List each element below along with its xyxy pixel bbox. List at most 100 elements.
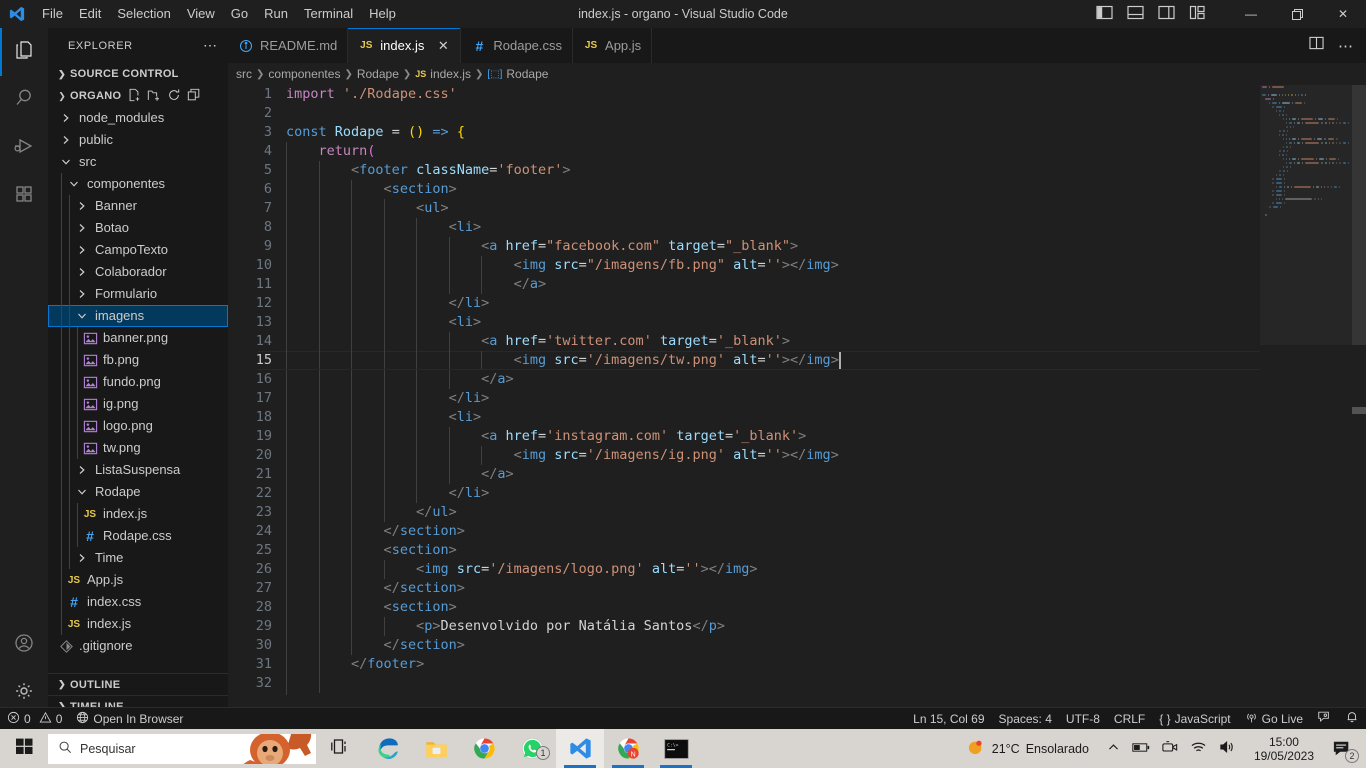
status-encoding[interactable]: UTF-8 bbox=[1059, 708, 1107, 730]
code-line[interactable]: 31 </footer> bbox=[228, 655, 1366, 674]
code-line[interactable]: 3 const Rodape = () => { bbox=[228, 123, 1366, 142]
status-notifications[interactable] bbox=[1338, 708, 1366, 730]
editor-tab-readme-md[interactable]: README.md bbox=[228, 28, 349, 63]
taskbar-app-chrome-profile-n[interactable]: N bbox=[604, 729, 652, 768]
toggle-secondary-sidebar-icon[interactable] bbox=[1158, 5, 1175, 23]
breadcrumb-item-src[interactable]: src bbox=[236, 67, 252, 81]
tree-item-tw-png[interactable]: tw.png bbox=[48, 437, 228, 459]
tree-item-banner-png[interactable]: banner.png bbox=[48, 327, 228, 349]
tree-item-rodape[interactable]: Rodape bbox=[48, 481, 228, 503]
code-line[interactable]: 16 </a> bbox=[228, 370, 1366, 389]
code-line[interactable]: 1 import './Rodape.css' bbox=[228, 85, 1366, 104]
code-line[interactable]: 14 <a href='twitter.com' target='_blank'… bbox=[228, 332, 1366, 351]
breadcrumb-item-componentes[interactable]: componentes bbox=[268, 67, 340, 81]
code-line[interactable]: 18 <li> bbox=[228, 408, 1366, 427]
editor-tabs[interactable]: README.md JS index.js ✕ # Rodape.css JS App.js ⋯ bbox=[228, 28, 1366, 63]
code-editor[interactable]: 1 import './Rodape.css' 2 3 const Rodape = (… bbox=[228, 85, 1366, 695]
scrollbar-thumb[interactable] bbox=[1352, 85, 1366, 345]
volume-icon[interactable] bbox=[1219, 740, 1236, 757]
tree-item-imagens[interactable]: imagens bbox=[48, 305, 228, 327]
toggle-panel-icon[interactable] bbox=[1127, 5, 1144, 23]
editor-tab-rodape-css[interactable]: # Rodape.css bbox=[461, 28, 574, 63]
tree-item-app-js[interactable]: JS App.js bbox=[48, 569, 228, 591]
tree-item-public[interactable]: public bbox=[48, 129, 228, 151]
activitybar-item-run-and-debug[interactable] bbox=[0, 124, 48, 172]
menu-bar[interactable]: File Edit Selection View Go Run Terminal… bbox=[34, 3, 404, 25]
editor-tab-app-js[interactable]: JS App.js bbox=[573, 28, 653, 63]
battery-icon[interactable] bbox=[1132, 741, 1150, 757]
taskbar-app-visual-studio-code[interactable] bbox=[556, 729, 604, 768]
code-line[interactable]: 5 <footer className='footer'> bbox=[228, 161, 1366, 180]
menu-selection[interactable]: Selection bbox=[109, 3, 178, 25]
toggle-primary-sidebar-icon[interactable] bbox=[1096, 5, 1113, 23]
minimap[interactable] bbox=[1260, 85, 1352, 695]
taskbar-app-buttons[interactable]: 1 N C:\> bbox=[364, 729, 700, 768]
code-line[interactable]: 4 return( bbox=[228, 142, 1366, 161]
status-indentation[interactable]: Spaces: 4 bbox=[992, 708, 1059, 730]
tree-item-formulario[interactable]: Formulario bbox=[48, 283, 228, 305]
menu-view[interactable]: View bbox=[179, 3, 223, 25]
camera-icon[interactable] bbox=[1162, 740, 1178, 757]
tree-item-botao[interactable]: Botao bbox=[48, 217, 228, 239]
tree-item-ig-png[interactable]: ig.png bbox=[48, 393, 228, 415]
code-line[interactable]: 25 <section> bbox=[228, 541, 1366, 560]
status-cursor-position[interactable]: Ln 15, Col 69 bbox=[906, 708, 991, 730]
code-line[interactable]: 15 <img src='/imagens/tw.png' alt=''></i… bbox=[228, 351, 1366, 370]
status-eol[interactable]: CRLF bbox=[1107, 708, 1152, 730]
status-open-in-browser[interactable]: Open In Browser bbox=[69, 708, 190, 730]
code-line[interactable]: 6 <section> bbox=[228, 180, 1366, 199]
maximize-button[interactable] bbox=[1274, 0, 1320, 28]
tree-item-listasuspensa[interactable]: ListaSuspensa bbox=[48, 459, 228, 481]
tree-item-time[interactable]: Time bbox=[48, 547, 228, 569]
editor-tab-index-js[interactable]: JS index.js ✕ bbox=[348, 28, 462, 63]
taskbar-app-whatsapp[interactable]: 1 bbox=[508, 729, 556, 768]
new-folder-icon[interactable] bbox=[147, 88, 161, 105]
tree-item-colaborador[interactable]: Colaborador bbox=[48, 261, 228, 283]
code-line[interactable]: 24 </section> bbox=[228, 522, 1366, 541]
activitybar-item-explorer[interactable] bbox=[0, 28, 48, 76]
code-line[interactable]: 7 <ul> bbox=[228, 199, 1366, 218]
new-file-icon[interactable] bbox=[127, 88, 141, 105]
notification-center-button[interactable]: 2 bbox=[1322, 729, 1362, 768]
taskbar-app-google-chrome[interactable] bbox=[460, 729, 508, 768]
tree-item-logo-png[interactable]: logo.png bbox=[48, 415, 228, 437]
code-line[interactable]: 30 </section> bbox=[228, 636, 1366, 655]
menu-edit[interactable]: Edit bbox=[71, 3, 109, 25]
taskbar-app-file-explorer[interactable] bbox=[412, 729, 460, 768]
taskbar-search-box[interactable]: Pesquisar bbox=[48, 733, 316, 764]
tree-item-componentes[interactable]: componentes bbox=[48, 173, 228, 195]
close-icon[interactable]: ✕ bbox=[436, 38, 450, 54]
code-line[interactable]: 9 <a href="facebook.com" target="_blank"… bbox=[228, 237, 1366, 256]
tree-item-src[interactable]: src bbox=[48, 151, 228, 173]
code-line[interactable]: 22 </li> bbox=[228, 484, 1366, 503]
code-line[interactable]: 12 </li> bbox=[228, 294, 1366, 313]
tree-item-fb-png[interactable]: fb.png bbox=[48, 349, 228, 371]
code-line[interactable]: 28 <section> bbox=[228, 598, 1366, 617]
code-line[interactable]: 11 </a> bbox=[228, 275, 1366, 294]
activitybar-item-extensions[interactable] bbox=[0, 172, 48, 220]
status-language-mode[interactable]: { } JavaScript bbox=[1152, 708, 1237, 730]
breadcrumb[interactable]: src ❯ componentes ❯ Rodape ❯ JS index.js ❯ [⬚] Rod… bbox=[228, 63, 1366, 85]
split-editor-icon[interactable] bbox=[1309, 36, 1324, 55]
file-tree[interactable]: node_modules public src componentes Banner Bo… bbox=[48, 107, 228, 657]
section-project[interactable]: ❯ ORGANO bbox=[48, 85, 228, 107]
code-line[interactable]: 26 <img src='/imagens/logo.png' alt=''><… bbox=[228, 560, 1366, 579]
minimize-button[interactable]: — bbox=[1228, 0, 1274, 28]
tree-item-index-js[interactable]: JS index.js bbox=[48, 613, 228, 635]
taskbar-weather[interactable]: 21°C Ensolarado bbox=[958, 737, 1097, 760]
taskbar-app-terminal[interactable]: C:\> bbox=[652, 729, 700, 768]
code-line[interactable]: 32 bbox=[228, 674, 1366, 693]
code-line[interactable]: 23 </ul> bbox=[228, 503, 1366, 522]
status-feedback[interactable] bbox=[1310, 708, 1338, 730]
status-problems[interactable]: 0 0 bbox=[0, 708, 69, 730]
code-line[interactable]: 20 <img src='/imagens/ig.png' alt=''></i… bbox=[228, 446, 1366, 465]
status-go-live[interactable]: Go Live bbox=[1238, 708, 1310, 730]
tree-item-rodape-css[interactable]: # Rodape.css bbox=[48, 525, 228, 547]
code-line[interactable]: 19 <a href='instagram.com' target='_blan… bbox=[228, 427, 1366, 446]
editor-vertical-scrollbar[interactable] bbox=[1352, 85, 1366, 695]
collapse-all-icon[interactable] bbox=[187, 88, 201, 105]
minimap-slider[interactable] bbox=[1260, 85, 1352, 345]
system-tray[interactable] bbox=[1097, 740, 1246, 757]
section-source-control[interactable]: ❯ SOURCE CONTROL bbox=[48, 63, 228, 85]
tree-item-gitignore[interactable]: .gitignore bbox=[48, 635, 228, 657]
